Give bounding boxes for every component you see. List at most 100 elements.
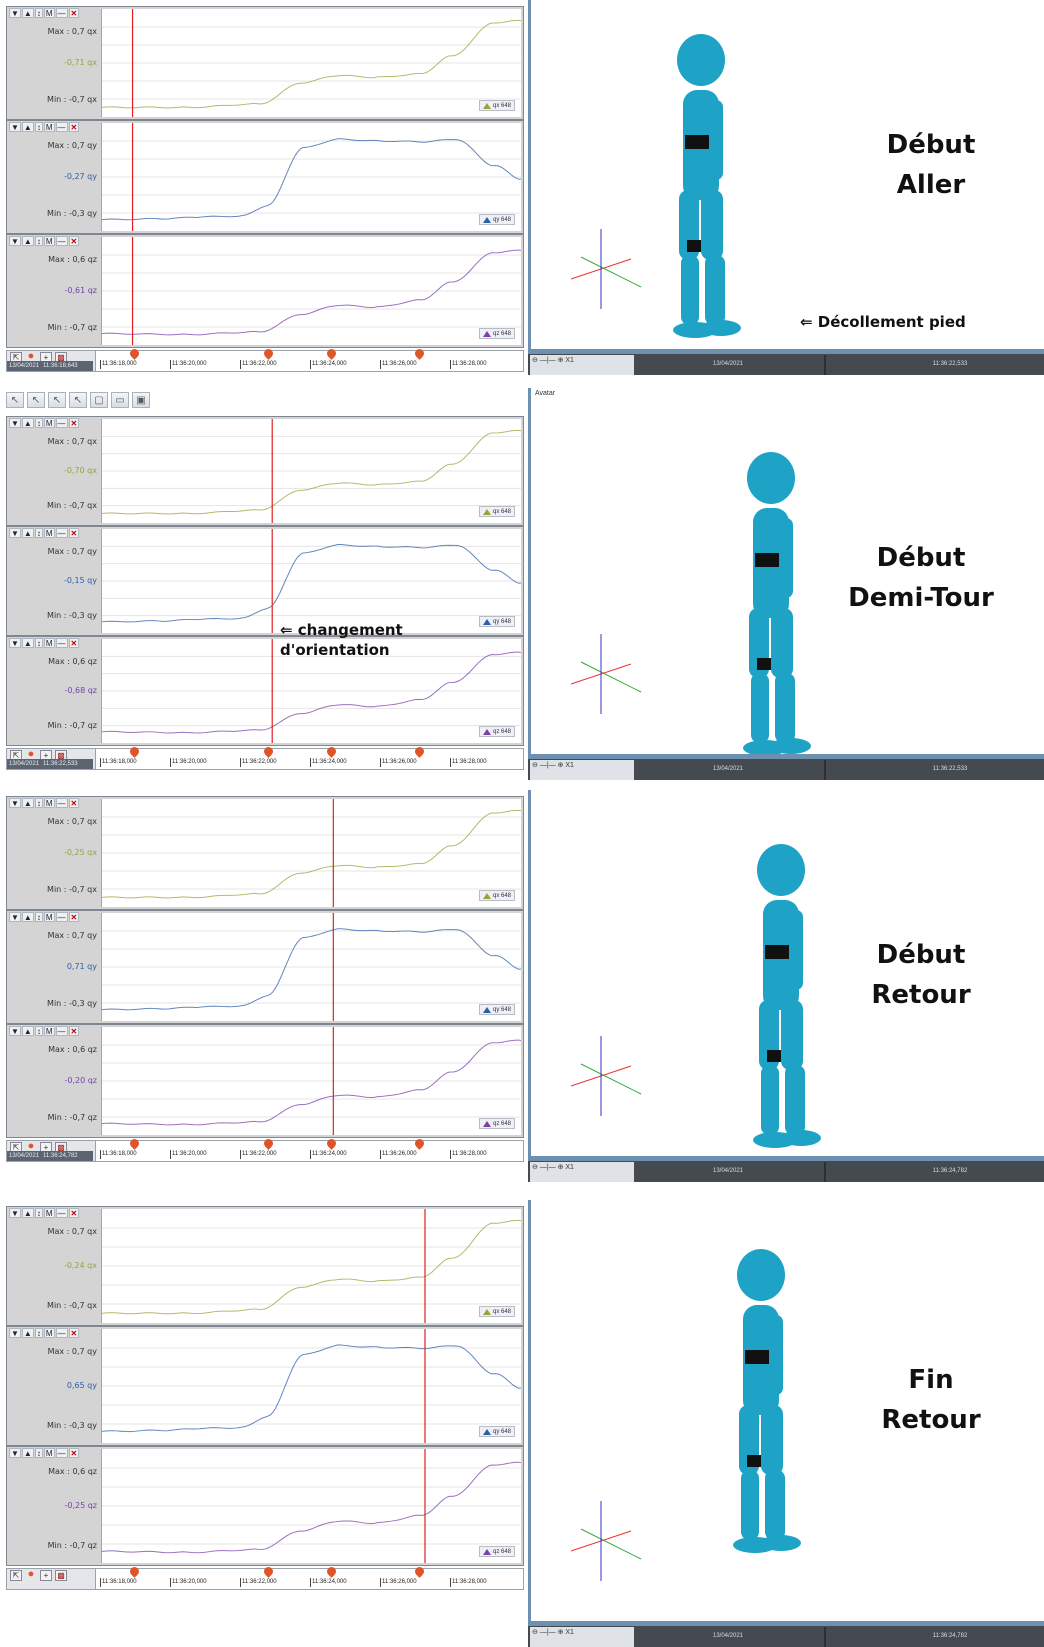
plot-area[interactable]: qz 648: [101, 1449, 521, 1563]
timeline-scale[interactable]: 11:36:18,000 11:36:20,000 11:36:22,000 11:3…: [95, 749, 523, 769]
series-legend-badge[interactable]: qy 648: [478, 1426, 515, 1437]
chart-axis-labels: Max : 0,7 qy 0,65 qy Min : -0,3 qy: [7, 1327, 101, 1445]
timeline-datetime: 13/04/2021 11:36:24,782: [7, 1151, 93, 1161]
timeline-scale[interactable]: 11:36:18,000 11:36:20,000 11:36:22,000 11:3…: [95, 351, 523, 371]
series-legend-label: qx 648: [492, 102, 511, 109]
toolbar-tool-icon[interactable]: ↖: [69, 392, 87, 408]
avatar-progress-strip[interactable]: [528, 1621, 1044, 1626]
timeline-marker-icon[interactable]: [130, 747, 139, 759]
series-legend-badge[interactable]: qx 648: [478, 506, 515, 517]
timeline-scale[interactable]: 11:36:18,000 11:36:20,000 11:36:22,000 11:3…: [95, 1569, 523, 1589]
toolbar-tool-icon[interactable]: ↖: [6, 392, 24, 408]
zoom-out-icon[interactable]: ⊖: [532, 1164, 540, 1171]
zoom-out-icon[interactable]: ⊖: [532, 357, 540, 364]
phase-label-line-1: Début: [876, 940, 966, 970]
series-legend-badge[interactable]: qx 648: [478, 100, 515, 111]
avatar-body-part: [741, 1470, 759, 1540]
timeline-tick-label: 11:36:28,000: [450, 360, 487, 369]
toolbar-tool-icon[interactable]: ▢: [90, 392, 108, 408]
avatar-viewport[interactable]: Début Retour: [528, 790, 1044, 1156]
chart-axis-labels: Max : 0,6 qz -0,20 qz Min : -0,7 qz: [7, 1025, 101, 1137]
add-marker-icon[interactable]: +: [40, 1570, 52, 1581]
timeline-marker-icon[interactable]: [264, 349, 273, 361]
timeline-marker-icon[interactable]: [415, 349, 424, 361]
avatar-date: 13/04/2021: [712, 766, 744, 772]
max-label: Max : 0,7 qx: [47, 27, 97, 36]
chart-axis-labels: Max : 0,6 qz -0,68 qz Min : -0,7 qz: [7, 637, 101, 745]
timeline-tick-label: 11:36:24,000: [310, 758, 347, 767]
avatar-playback-controls[interactable]: ⊖ —|— ⊕ X1: [530, 355, 634, 375]
timeline-tick-label: 11:36:22,000: [240, 360, 277, 369]
timeline-bar[interactable]: ⇱ ● + ▩ 13/04/2021 11:36:24,782 11:36:18,000 11…: [6, 1140, 524, 1162]
timeline-marker-icon[interactable]: [415, 1139, 424, 1151]
plot-area[interactable]: qy 648: [101, 123, 521, 231]
avatar-progress-strip[interactable]: [528, 754, 1044, 759]
speed-slider[interactable]: —|—: [540, 1164, 558, 1171]
speed-slider[interactable]: —|—: [540, 357, 558, 364]
avatar-playback-controls[interactable]: ⊖ —|— ⊕ X1: [530, 1162, 634, 1182]
toolbar-tool-icon[interactable]: ▭: [111, 392, 129, 408]
series-legend-badge[interactable]: qz 648: [478, 726, 515, 737]
timeline-marker-icon[interactable]: [327, 747, 336, 759]
zoom-out-icon[interactable]: ⊖: [532, 762, 540, 769]
timeline-marker-icon[interactable]: [264, 747, 273, 759]
timeline-marker-icon[interactable]: [264, 1567, 273, 1579]
avatar-viewport[interactable]: Début Aller: [528, 0, 1044, 349]
speed-slider[interactable]: —|—: [540, 762, 558, 769]
plot-area[interactable]: qy 648: [101, 529, 521, 633]
timeline-marker-icon[interactable]: [415, 1567, 424, 1579]
timeline-marker-icon[interactable]: [130, 1567, 139, 1579]
timeline-scale[interactable]: 11:36:18,000 11:36:20,000 11:36:22,000 11:3…: [95, 1141, 523, 1161]
zoom-out-icon[interactable]: ⊖: [532, 1629, 540, 1636]
series-legend-badge[interactable]: qy 648: [478, 1004, 515, 1015]
series-triangle-icon: [482, 1548, 491, 1555]
export-icon[interactable]: ⇱: [10, 1570, 22, 1581]
plot-area[interactable]: qy 648: [101, 913, 521, 1021]
plot-svg: [102, 237, 521, 345]
delete-marker-icon[interactable]: ▩: [55, 1570, 67, 1581]
avatar-body-part: [781, 1130, 821, 1146]
plot-area[interactable]: qx 648: [101, 419, 521, 523]
phase-label-line-1: Début: [876, 543, 966, 573]
timeline-bar[interactable]: ⇱ ● + ▩ 13/04/2021 11:36:18,643 11:36:18,000 11…: [6, 350, 524, 372]
timeline-bar[interactable]: ⇱ ● + ▩ 11:36:18,000 11:36:20,000 11:36:22,000…: [6, 1568, 524, 1590]
timeline-marker-icon[interactable]: [327, 349, 336, 361]
timeline-bar[interactable]: ⇱ ● + ▩ 13/04/2021 11:36:22,533 11:36:18,000 11…: [6, 748, 524, 770]
timeline-marker-icon[interactable]: [264, 1139, 273, 1151]
plot-area[interactable]: qz 648: [101, 237, 521, 345]
avatar-progress-strip[interactable]: [528, 1156, 1044, 1161]
speed-slider[interactable]: —|—: [540, 1629, 558, 1636]
toolbar-tool-icon[interactable]: ↖: [27, 392, 45, 408]
series-legend-badge[interactable]: qz 648: [478, 328, 515, 339]
avatar-playback-controls[interactable]: ⊖ —|— ⊕ X1: [530, 1627, 634, 1647]
avatar-viewport[interactable]: Avatar Début Demi-Tour: [528, 388, 1044, 754]
timeline-marker-icon[interactable]: [327, 1139, 336, 1151]
timeline-marker-icon[interactable]: [327, 1567, 336, 1579]
series-legend-badge[interactable]: qx 648: [478, 1306, 515, 1317]
series-legend-badge[interactable]: qx 648: [478, 890, 515, 901]
avatar-playback-controls[interactable]: ⊖ —|— ⊕ X1: [530, 760, 634, 780]
plot-area[interactable]: qz 648: [101, 1027, 521, 1135]
avatar-progress-strip[interactable]: [528, 349, 1044, 354]
plot-area[interactable]: qx 648: [101, 799, 521, 907]
series-legend-label: qz 648: [492, 1120, 511, 1127]
marker-pin-icon[interactable]: ●: [25, 1569, 37, 1581]
avatar-viewport[interactable]: Fin Retour: [528, 1200, 1044, 1621]
chart-qx: ▼ ▲ ↕ M — ✕ Max : 0,7 qx -0,25 qx Min : -0,7 qx q…: [6, 796, 524, 910]
series-line-qx: [102, 1219, 521, 1315]
timeline-marker-icon[interactable]: [130, 1139, 139, 1151]
timeline-marker-icon[interactable]: [415, 747, 424, 759]
series-legend-badge[interactable]: qz 648: [478, 1546, 515, 1557]
series-legend-badge[interactable]: qy 648: [478, 214, 515, 225]
toolbar-tool-icon[interactable]: ▣: [132, 392, 150, 408]
series-legend-badge[interactable]: qy 648: [478, 616, 515, 627]
chart-qx: ▼ ▲ ↕ M — ✕ Max : 0,7 qx -0,24 qx Min : -0,7 qx q…: [6, 1206, 524, 1326]
toolbar-tool-icon[interactable]: ↖: [48, 392, 66, 408]
plot-area[interactable]: qx 648: [101, 9, 521, 117]
plot-area[interactable]: qx 648: [101, 1209, 521, 1323]
timeline-marker-icon[interactable]: [130, 349, 139, 361]
avatar-body-part: [779, 518, 793, 598]
series-legend-badge[interactable]: qz 648: [478, 1118, 515, 1129]
avatar-body-part: [767, 1050, 781, 1062]
plot-area[interactable]: qy 648: [101, 1329, 521, 1443]
